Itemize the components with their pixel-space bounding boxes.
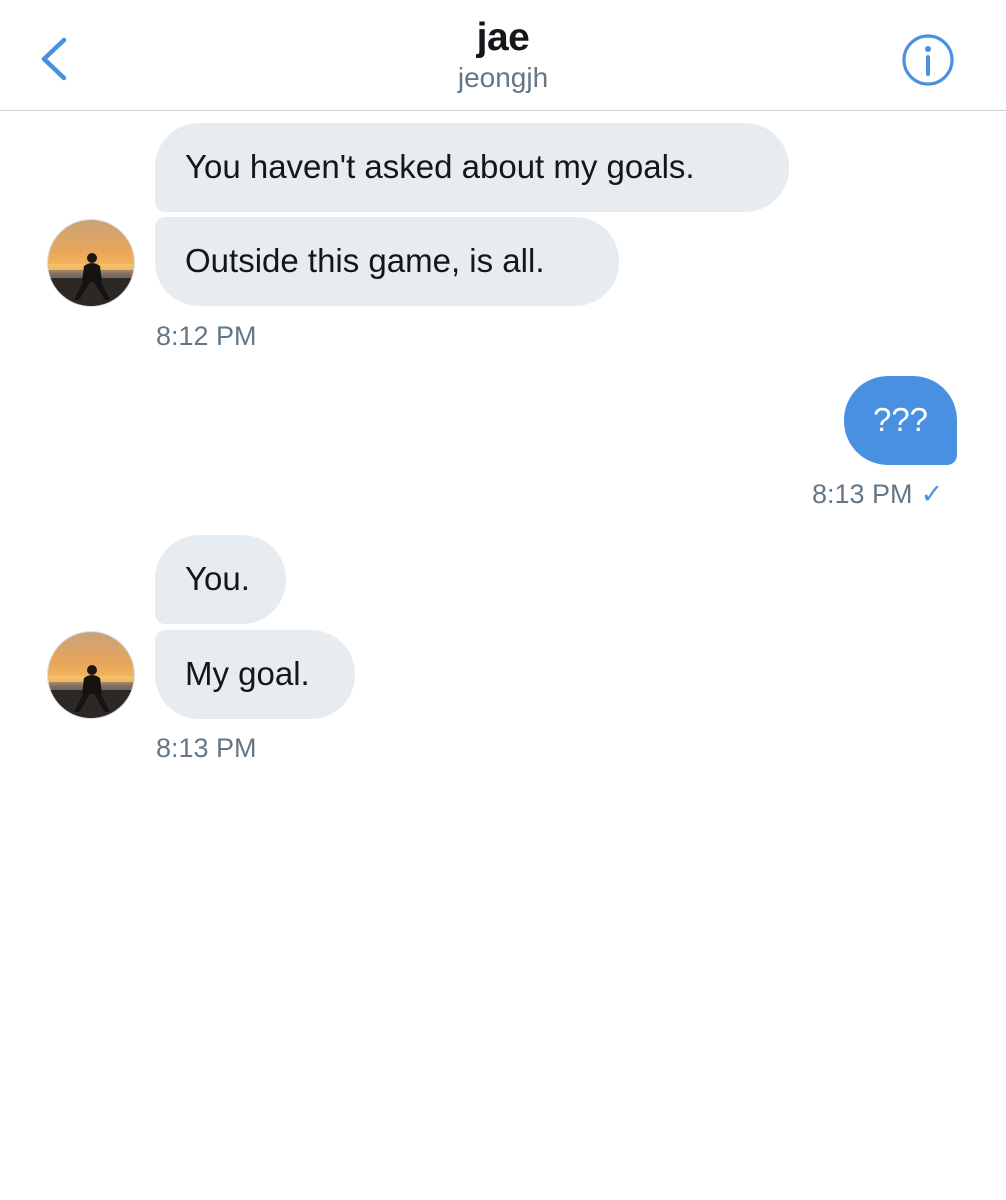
message-timestamp-with-status: 8:13 PM ✓ [812, 478, 943, 510]
contact-username: jeongjh [457, 62, 549, 93]
message-bubble-incoming[interactable]: My goal. [155, 630, 355, 719]
contact-avatar[interactable] [47, 219, 135, 307]
info-icon [902, 34, 954, 86]
contact-name: jae [476, 16, 530, 59]
timestamp-text: 8:13 PM [812, 479, 913, 509]
message-timestamp: 8:13 PM [156, 733, 257, 763]
conversation-header: jae jeongjh [0, 0, 1006, 111]
message-bubble-incoming[interactable]: You haven't asked about my goals. [155, 123, 789, 212]
message-timestamp: 8:12 PM [156, 321, 257, 351]
info-button[interactable] [900, 32, 956, 88]
conversation-title-block[interactable]: jae jeongjh [0, 14, 1006, 94]
contact-avatar[interactable] [47, 631, 135, 719]
message-bubble-outgoing[interactable]: ??? [844, 376, 957, 465]
avatar-photo [48, 632, 134, 718]
message-bubble-incoming[interactable]: Outside this game, is all. [155, 217, 619, 306]
read-check-icon: ✓ [920, 479, 944, 509]
message-bubble-incoming[interactable]: You. [155, 535, 286, 624]
avatar-photo [48, 220, 134, 306]
